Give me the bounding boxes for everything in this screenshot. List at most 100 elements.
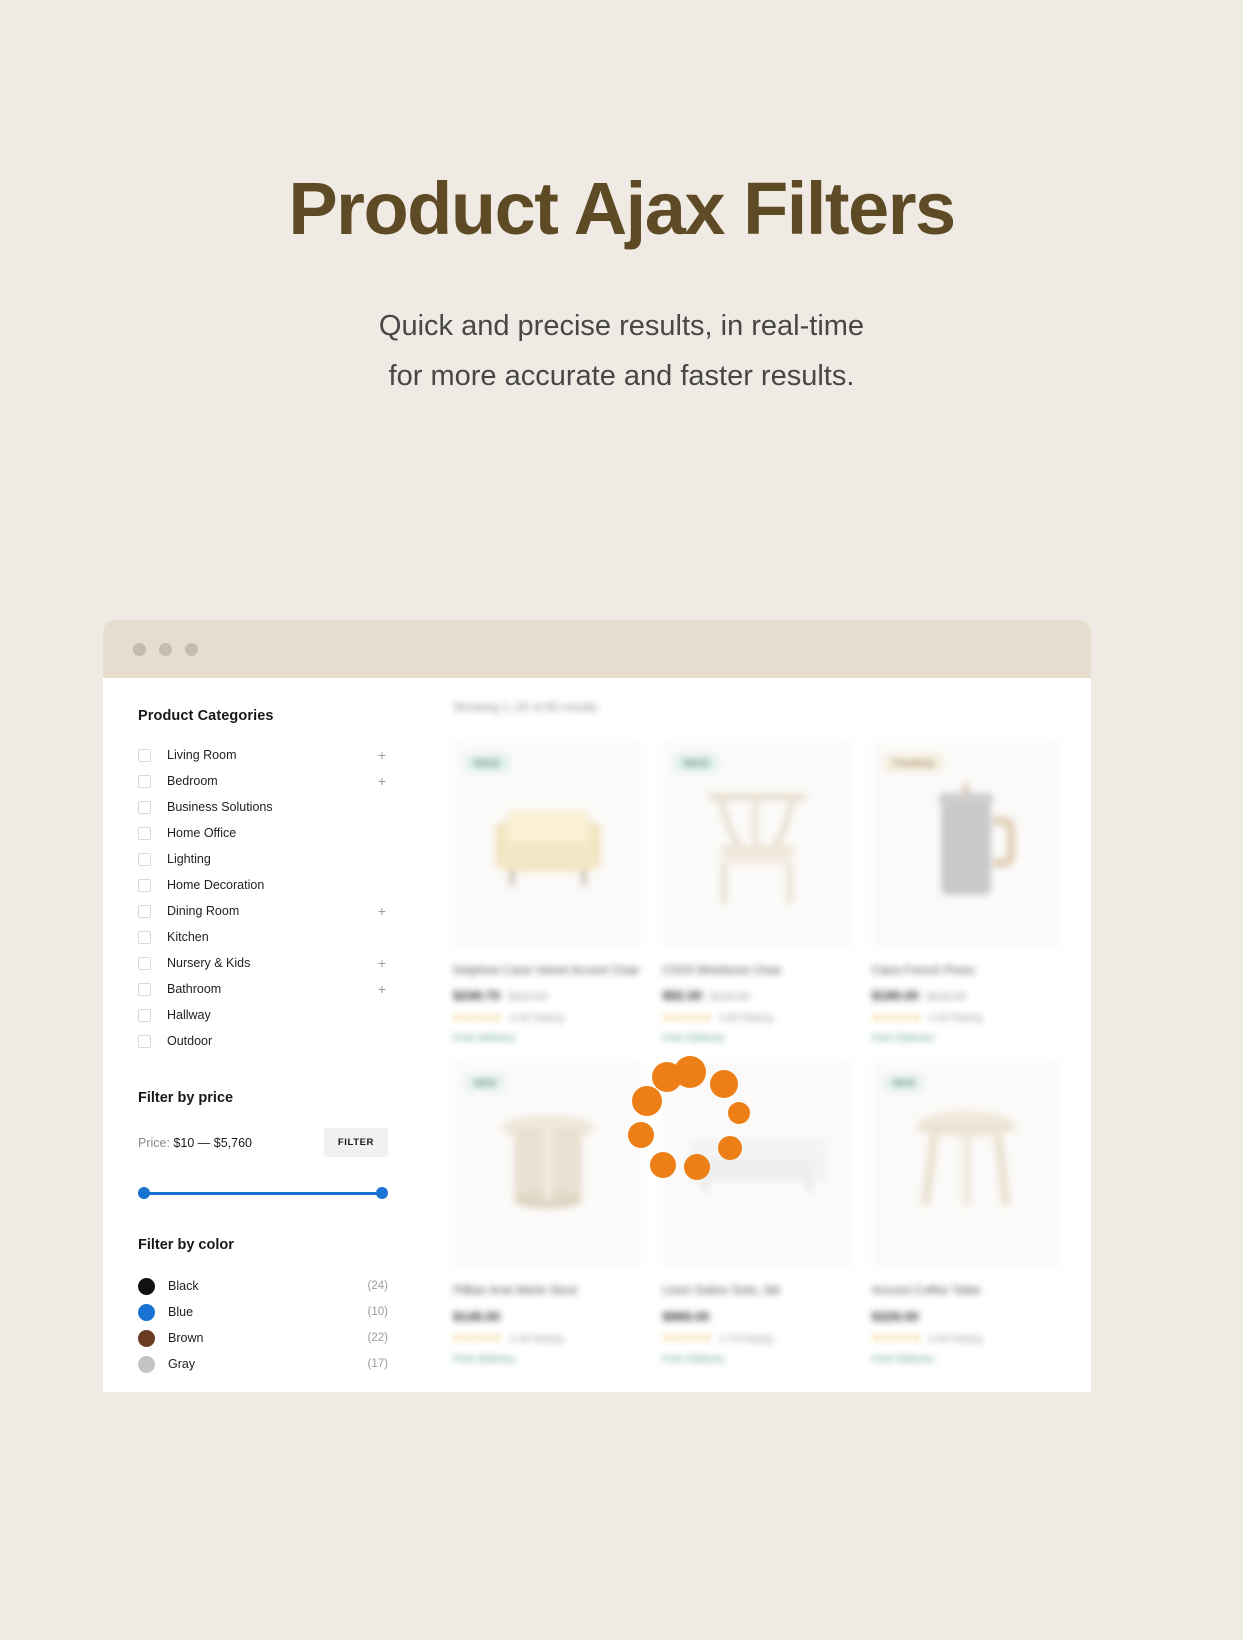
product-price: $989.00: [662, 1308, 710, 1324]
slider-track[interactable]: [144, 1192, 382, 1195]
expand-plus-icon[interactable]: +: [376, 956, 388, 970]
checkbox-icon[interactable]: [138, 774, 151, 788]
product-title: Delphine Cane Velvet Accent Chair: [453, 963, 640, 977]
product-card[interactable]: NEW Around Coffee Table $329.00 ★★★★★ 4.…: [871, 1060, 1061, 1365]
product-price-row: $989.00: [662, 1309, 851, 1324]
category-item[interactable]: Outdoor: [138, 1028, 388, 1054]
window-minimize-dot[interactable]: [159, 642, 172, 656]
product-categories-list: Living Room + Bedroom + Business Solutio…: [138, 742, 388, 1054]
color-count: (17): [367, 1358, 388, 1370]
checkbox-icon[interactable]: [138, 1034, 151, 1048]
product-title: CH24 Wishbone Chair: [662, 963, 782, 977]
product-price-row: $189.00 $220.00: [872, 988, 1061, 1003]
category-label: Kitchen: [167, 930, 209, 944]
product-rating-text: 4.80 Rating: [719, 1012, 773, 1025]
color-item[interactable]: Gray (17): [138, 1351, 388, 1377]
product-old-price: $220.00: [926, 991, 967, 1004]
product-thumbnail[interactable]: NEW: [453, 1060, 643, 1269]
category-item[interactable]: Bathroom +: [138, 976, 388, 1002]
product-card[interactable]: SALE: [662, 740, 852, 1045]
product-shipping: Free Delivery: [453, 1352, 516, 1365]
color-item[interactable]: Black (24): [138, 1273, 388, 1299]
category-item[interactable]: Business Solutions: [138, 794, 388, 820]
star-rating-icon: ★★★★★: [662, 1012, 713, 1024]
window-close-dot[interactable]: [133, 642, 146, 656]
hero-subtitle: Quick and precise results, in real-time …: [0, 302, 1243, 402]
star-rating-icon: ★★★★★: [662, 1333, 713, 1345]
color-count: (10): [367, 1306, 388, 1318]
category-item[interactable]: Bedroom +: [138, 768, 388, 794]
product-price: $329.00: [871, 1308, 919, 1324]
category-item[interactable]: Kitchen: [138, 924, 388, 950]
category-label: Home Decoration: [167, 878, 265, 892]
checkbox-icon[interactable]: [138, 748, 151, 762]
hero-section: Product Ajax Filters Quick and precise r…: [0, 0, 1243, 402]
product-rating-row: ★★★★★ 4.70 Rating: [662, 1333, 851, 1345]
checkbox-icon[interactable]: [138, 878, 151, 892]
color-swatch-icon[interactable]: [138, 1303, 155, 1321]
product-price-row: $92.00 $120.00: [662, 988, 851, 1003]
category-item[interactable]: Living Room +: [138, 742, 388, 768]
product-thumbnail[interactable]: SALE: [662, 740, 852, 948]
product-rating-text: 4.30 Rating: [509, 1332, 564, 1345]
price-range-slider[interactable]: [138, 1187, 388, 1201]
checkbox-icon[interactable]: [138, 1008, 151, 1022]
price-range-value: $10 — $5,760: [173, 1135, 252, 1150]
filter-button[interactable]: FILTER: [323, 1128, 388, 1157]
product-price: $249.70: [453, 988, 500, 1004]
category-item[interactable]: Dining Room +: [138, 898, 388, 924]
hero-subtitle-line-1: Quick and precise results, in real-time: [378, 310, 865, 342]
product-title: Clara French Press: [871, 963, 976, 977]
color-label: Black: [168, 1279, 199, 1293]
slider-handle-max[interactable]: [376, 1187, 388, 1199]
checkbox-icon[interactable]: [138, 982, 151, 996]
color-swatch-icon[interactable]: [138, 1277, 155, 1295]
category-item[interactable]: Nursery & Kids +: [138, 950, 388, 976]
product-thumbnail[interactable]: SALE: [453, 740, 643, 948]
product-rating-row: ★★★★★ 4.80 Rating: [662, 1012, 851, 1024]
product-old-price: $310.00: [508, 991, 548, 1004]
filter-by-price-heading: Filter by price: [138, 1090, 234, 1106]
product-price: $149.00: [453, 1308, 500, 1324]
product-rating-text: 4.70 Rating: [719, 1332, 773, 1345]
checkbox-icon[interactable]: [138, 800, 151, 814]
product-results: Showing 1–20 of 60 results SALE Delphine…: [423, 678, 1091, 1392]
expand-plus-icon[interactable]: +: [376, 748, 388, 762]
checkbox-icon[interactable]: [138, 826, 151, 840]
color-swatch-icon[interactable]: [138, 1355, 155, 1373]
category-item[interactable]: Lighting: [138, 846, 388, 872]
slider-handle-min[interactable]: [138, 1187, 150, 1199]
checkbox-icon[interactable]: [138, 852, 151, 866]
category-label: Nursery & Kids: [167, 956, 251, 970]
color-item[interactable]: Brown (22): [138, 1325, 388, 1351]
product-thumbnail[interactable]: NEW: [871, 1060, 1061, 1269]
category-item[interactable]: Home Decoration: [138, 872, 388, 898]
results-count-text: Showing 1–20 of 60 results: [453, 700, 598, 714]
category-item[interactable]: Home Office: [138, 820, 388, 846]
checkbox-icon[interactable]: [138, 904, 151, 918]
checkbox-icon[interactable]: [138, 930, 151, 944]
product-price-row: $149.00: [453, 1309, 642, 1324]
product-card[interactable]: Trending Clara French Press $189.00 $220…: [871, 740, 1061, 1045]
expand-plus-icon[interactable]: +: [376, 774, 388, 788]
product-rating-text: 4.45 Rating: [509, 1012, 564, 1025]
filter-by-color-heading: Filter by color: [138, 1237, 234, 1253]
expand-plus-icon[interactable]: +: [376, 904, 388, 918]
color-item[interactable]: Blue (10): [138, 1299, 388, 1325]
window-maximize-dot[interactable]: [185, 642, 198, 656]
product-thumbnail[interactable]: Trending: [871, 740, 1061, 948]
expand-plus-icon[interactable]: +: [376, 982, 388, 996]
checkbox-icon[interactable]: [138, 956, 151, 970]
category-label: Lighting: [167, 852, 211, 866]
category-item[interactable]: Hallway: [138, 1002, 388, 1028]
product-categories-heading: Product Categories: [138, 708, 274, 724]
product-rating-row: ★★★★★ 4.30 Rating: [453, 1333, 642, 1345]
page-title: Product Ajax Filters: [288, 167, 956, 250]
color-swatch-icon[interactable]: [138, 1329, 155, 1347]
product-card[interactable]: SALE: [453, 740, 643, 1045]
product-grid: SALE Delphine Cane Velvet Accent Chair $…: [453, 740, 1061, 1365]
product-card[interactable]: NEW Pillbar Arsk Marle Stool $149.00 ★★★…: [453, 1060, 643, 1365]
color-count: (24): [367, 1280, 388, 1292]
star-rating-icon: ★★★★★: [453, 1333, 503, 1345]
